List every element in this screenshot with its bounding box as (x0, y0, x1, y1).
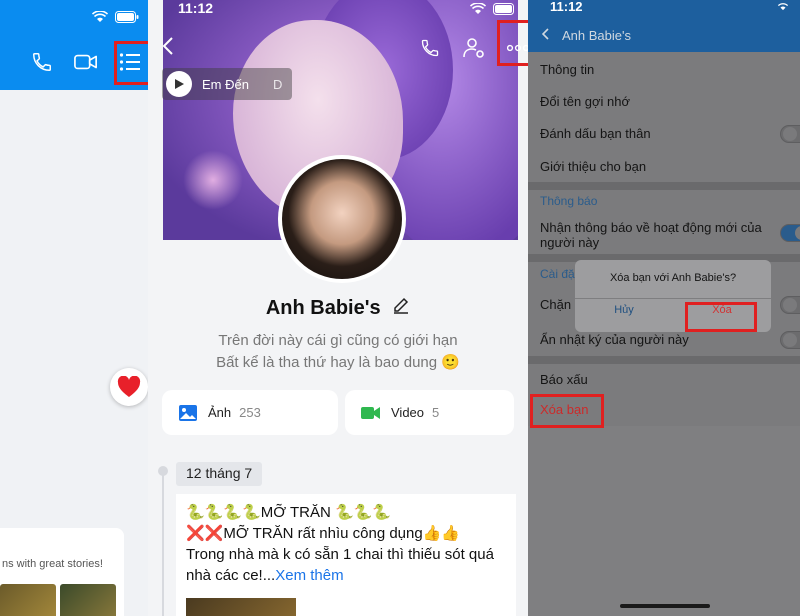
feed-card-thumbnails (0, 584, 116, 616)
screenshot-composite: ns with great stories! 11:12 Em Đến D An… (0, 0, 800, 616)
see-more-link[interactable]: Xem thêm (275, 567, 343, 584)
profile-panel: 11:12 Em Đến D Anh Babie's Trên đời này … (148, 0, 528, 616)
menu-hide-diary-label: Ẩn nhật ký của người này (540, 332, 689, 347)
timeline-post[interactable]: 🐍🐍🐍🐍MỠ TRĂN 🐍🐍🐍 ❌❌MỠ TRĂN rất nhìu công … (176, 494, 516, 616)
reaction-button[interactable] (110, 368, 148, 406)
video-icon[interactable] (74, 50, 98, 74)
settings-empty-area (528, 426, 800, 616)
timeline-date: 12 tháng 7 (176, 462, 263, 486)
post-image[interactable] (186, 598, 296, 616)
hide-diary-toggle[interactable] (780, 331, 800, 349)
play-icon (166, 71, 192, 97)
highlight-unfriend (530, 394, 604, 428)
profile-name-text: Anh Babie's (265, 297, 381, 319)
status-time: 11:12 (178, 0, 214, 16)
highlight-more-button (497, 20, 528, 66)
chevron-left-icon (162, 36, 174, 61)
chat-list-panel: ns with great stories! (0, 0, 148, 616)
settings-header: 11:12 Anh Babie's (528, 0, 800, 52)
section-notify: Thông báo (540, 194, 598, 208)
bio-line: Bất kể là tha thứ hay là bao dung 🙂 (216, 354, 460, 371)
menu-introduce[interactable]: Giới thiệu cho bạn (528, 159, 800, 174)
profile-name: Anh Babie's (148, 296, 528, 320)
status-bar (470, 2, 518, 16)
profile-music[interactable]: Em Đến D (162, 68, 292, 100)
heart-icon (117, 375, 141, 399)
feed-thumbnail[interactable] (0, 584, 56, 616)
phone-icon[interactable] (418, 36, 442, 60)
dialog-message: Xóa bạn với Anh Babie's? (609, 272, 737, 284)
status-time: 11:12 (550, 0, 583, 14)
menu-block-label: Chặn (540, 297, 572, 312)
video-camera-icon (359, 401, 383, 425)
close-friend-toggle[interactable] (780, 125, 800, 143)
section-divider (528, 356, 800, 364)
highlight-confirm-button (685, 302, 757, 332)
timeline-dot (158, 466, 168, 476)
post-line-last: nhà các ce!...Xem thêm (186, 565, 506, 586)
settings-title: Anh Babie's (562, 28, 631, 43)
back-button[interactable] (541, 28, 550, 43)
menu-notify-activity[interactable]: Nhận thông báo về hoạt động mới của ngườ… (528, 220, 800, 250)
menu-rename[interactable]: Đổi tên gợi nhớ (528, 94, 800, 109)
photos-button[interactable]: Ảnh 253 (162, 390, 338, 435)
menu-close-friend[interactable]: Đánh dấu bạn thân (528, 125, 800, 143)
phone-icon[interactable] (30, 50, 54, 74)
battery-icon (492, 2, 518, 16)
post-line: nhà các ce!... (186, 567, 276, 584)
post-line: ❌❌MỠ TRĂN rất nhìu công dụng👍👍 (186, 525, 461, 542)
edit-pencil-icon[interactable] (392, 296, 410, 320)
feed-card[interactable]: ns with great stories! (0, 528, 124, 616)
photo-icon (176, 401, 200, 425)
settings-title-bar: Anh Babie's (541, 28, 631, 43)
wifi-icon (470, 2, 486, 16)
cancel-button[interactable]: Hủy (575, 304, 673, 316)
user-settings-icon[interactable] (462, 36, 486, 60)
cover-art (183, 150, 243, 210)
timeline-line (162, 470, 164, 616)
photos-label: Ảnh (208, 405, 232, 420)
post-line: Trong nhà mà k có sẵn 1 chai thì thiếu s… (186, 546, 494, 563)
photos-count: 253 (239, 405, 261, 420)
music-title-tail: D (272, 76, 283, 92)
menu-close-friend-label: Đánh dấu bạn thân (540, 126, 651, 141)
video-count: 5 (432, 405, 440, 420)
highlight-list-button (114, 41, 148, 85)
feed-thumbnail[interactable] (60, 584, 116, 616)
avatar-photo (282, 159, 402, 279)
profile-bio: Trên đời này cái gì cũng có giới hạn Bất… (148, 330, 528, 374)
menu-notify-line: Nhận thông báo về hoạt động mới của (540, 220, 762, 235)
menu-report[interactable]: Báo xấu (528, 372, 800, 387)
avatar[interactable] (278, 155, 406, 283)
dialog-divider (575, 298, 771, 299)
home-indicator (620, 604, 710, 608)
notify-toggle[interactable] (780, 224, 800, 242)
music-title: Em Đến (202, 76, 249, 92)
wifi-icon (92, 10, 108, 24)
settings-panel: 11:12 Anh Babie's Thông tin Đổi tên gợi … (528, 0, 800, 616)
battery-icon (114, 10, 140, 24)
feed-card-text: ns with great stories! (2, 558, 103, 570)
back-button[interactable] (162, 36, 174, 62)
post-line: 🐍🐍🐍🐍MỠ TRĂN 🐍🐍🐍 (186, 504, 391, 521)
menu-info[interactable]: Thông tin (528, 62, 800, 77)
section-divider (528, 182, 800, 190)
status-bar (92, 10, 140, 24)
menu-notify-line: người này (540, 235, 600, 250)
block-toggle[interactable] (780, 296, 800, 314)
bio-line: Trên đời này cái gì cũng có giới hạn (218, 332, 458, 349)
menu-hide-diary[interactable]: Ẩn nhật ký của người này (528, 331, 800, 349)
wifi-icon (776, 0, 790, 12)
settings-list: Thông tin Đổi tên gợi nhớ Đánh dấu bạn t… (528, 52, 800, 426)
video-button[interactable]: Video 5 (345, 390, 514, 435)
status-bar (776, 0, 790, 14)
video-label: Video (391, 405, 425, 420)
